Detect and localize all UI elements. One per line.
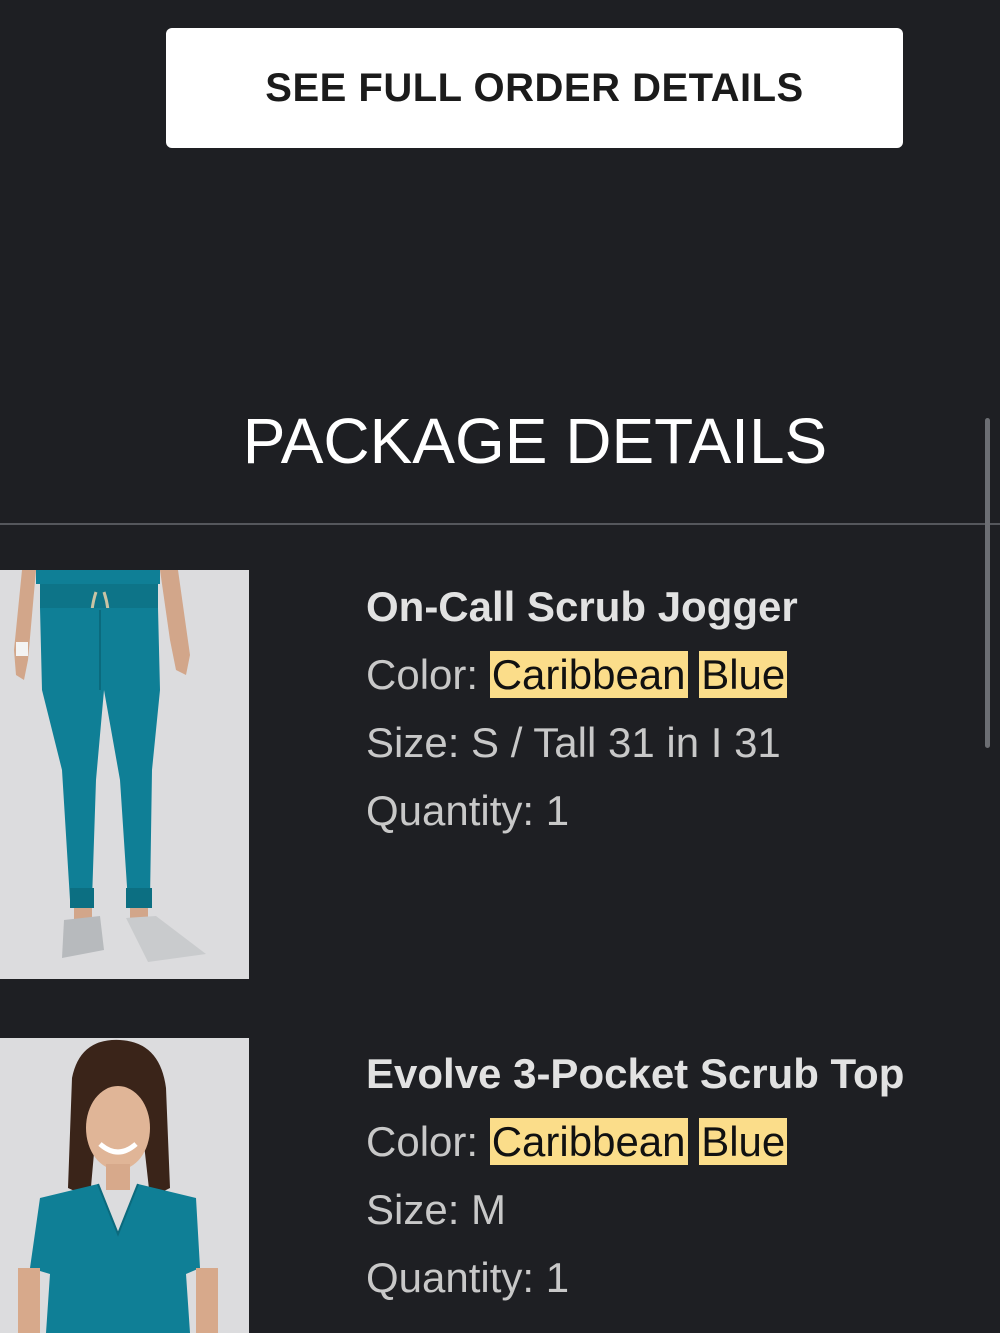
item-name[interactable]: Evolve 3-Pocket Scrub Top: [366, 1040, 904, 1108]
color-label: Color:: [366, 651, 479, 698]
item-quantity: Quantity: 1: [366, 787, 570, 834]
package-details-heading: PACKAGE DETAILS: [242, 405, 828, 477]
color-value-highlight: Blue: [699, 1118, 788, 1165]
item-size: Size: S / Tall 31 in I 31: [366, 719, 781, 766]
product-image-scrub-top[interactable]: [0, 1038, 249, 1333]
jogger-photo: [0, 570, 249, 979]
item-color: Color: Caribbean Blue: [366, 1108, 904, 1176]
item-details-1: On-Call Scrub Jogger Color: Caribbean Bl…: [366, 573, 798, 845]
section-divider: [0, 523, 1000, 525]
item-quantity: Quantity: 1: [366, 1254, 570, 1301]
color-value-highlight: Caribbean: [489, 1118, 688, 1165]
item-name[interactable]: On-Call Scrub Jogger: [366, 573, 798, 641]
color-value-highlight: Blue: [699, 651, 788, 698]
color-label: Color:: [366, 1118, 479, 1165]
item-size: Size: M: [366, 1186, 507, 1233]
scrub-top-photo: [0, 1038, 249, 1333]
scrollbar[interactable]: [985, 418, 990, 748]
color-value-highlight: Caribbean: [489, 651, 688, 698]
item-color: Color: Caribbean Blue: [366, 641, 798, 709]
see-full-order-details-button[interactable]: SEE FULL ORDER DETAILS: [166, 28, 903, 148]
product-image-jogger[interactable]: [0, 570, 249, 979]
item-details-2: Evolve 3-Pocket Scrub Top Color: Caribbe…: [366, 1040, 904, 1312]
